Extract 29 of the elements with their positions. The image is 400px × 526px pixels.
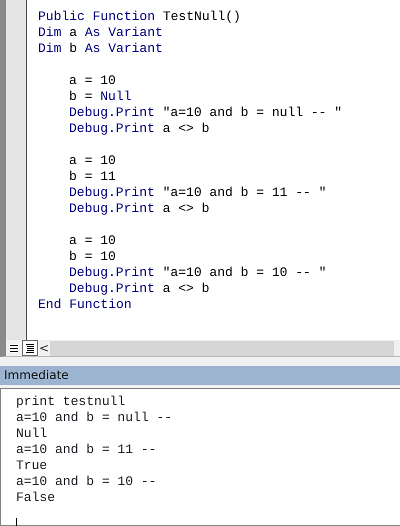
code-line: Debug.Print a <> b [69, 281, 210, 296]
output-line: True [16, 458, 48, 473]
horizontal-scrollbar[interactable] [50, 340, 394, 356]
code-line: Public Function TestNull() [38, 9, 241, 24]
code-line: b = 11 [69, 169, 116, 184]
code-line: a = 10 [69, 73, 116, 88]
output-line: a=10 and b = 10 -- [16, 474, 156, 489]
code-line: Dim a As Variant [38, 25, 163, 40]
code-line: End Function [38, 297, 132, 312]
code-line: a = 10 [69, 153, 116, 168]
code-line: Debug.Print "a=10 and b = null -- " [69, 105, 342, 120]
code-line: Dim b As Variant [38, 41, 163, 56]
code-line: Debug.Print "a=10 and b = 10 -- " [69, 265, 326, 280]
output-line: print testnull [16, 394, 126, 409]
code-line: b = Null [69, 89, 132, 104]
code-editor[interactable] [0, 0, 400, 340]
immediate-window-title: Immediate [0, 366, 400, 385]
code-line: Debug.Print a <> b [69, 201, 210, 216]
code-line: Debug.Print "a=10 and b = 11 -- " [69, 185, 326, 200]
output-line: a=10 and b = 11 -- [16, 442, 156, 457]
output-line: False [16, 490, 56, 505]
output-line: Null [16, 426, 48, 441]
immediate-window[interactable]: print testnull a=10 and b = null -- Null a=10 and b = 11 -- True a=10 and b = 10 -- False [0, 388, 400, 526]
output-line: a=10 and b = null -- [16, 410, 172, 425]
code-line: b = 10 [69, 249, 116, 264]
code-line: a = 10 [69, 233, 116, 248]
full-module-view-icon[interactable] [22, 340, 38, 356]
scroll-left-button[interactable]: < [38, 341, 50, 355]
code-line: Debug.Print a <> b [69, 121, 210, 136]
